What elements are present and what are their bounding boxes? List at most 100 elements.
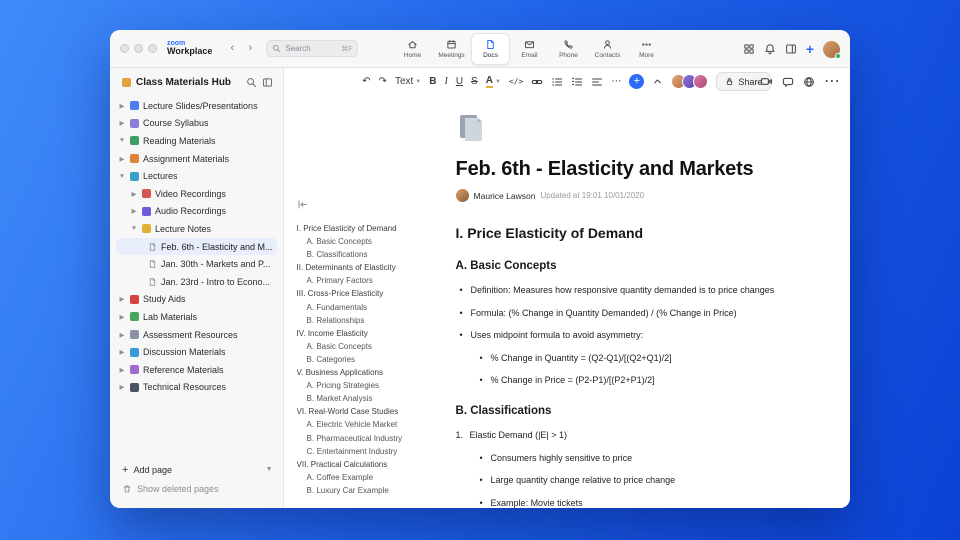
- minimize-button[interactable]: [134, 44, 143, 53]
- chevron-right-icon[interactable]: ▶: [118, 348, 126, 356]
- collapse-outline-icon[interactable]: [297, 199, 308, 210]
- toolbar-more-button[interactable]: ⋯: [611, 76, 621, 87]
- numbered-item[interactable]: 1. Elastic Demand (|E| > 1): [456, 429, 810, 441]
- sidebar-item-lectures[interactable]: ▼ Lectures: [116, 167, 277, 185]
- document-scroll-area[interactable]: I. Price Elasticity of Demand A. Basic C…: [284, 95, 850, 508]
- section-heading[interactable]: I. Price Elasticity of Demand: [456, 225, 810, 241]
- chevron-up-icon[interactable]: [652, 76, 663, 87]
- tab-email[interactable]: Email: [510, 33, 549, 65]
- document-content[interactable]: Feb. 6th - Elasticity and Markets Mauric…: [444, 95, 850, 508]
- outline-item[interactable]: II. Determinants of Elasticity: [297, 261, 438, 274]
- tab-docs[interactable]: Docs: [471, 33, 510, 65]
- forward-button[interactable]: ›: [242, 41, 258, 57]
- globe-icon[interactable]: [803, 76, 815, 88]
- redo-button[interactable]: ↷: [379, 76, 387, 87]
- outline-item[interactable]: VII. Practical Calculations: [297, 458, 438, 471]
- sub-bullet-item[interactable]: % Change in Quantity = (Q2-Q1)/[(Q2+Q1)/…: [476, 352, 810, 364]
- show-deleted-pages-button[interactable]: Show deleted pages: [122, 479, 273, 498]
- editor-more-button[interactable]: ⋯: [824, 73, 840, 90]
- sub-bullet-item[interactable]: Example: Movie tickets: [476, 497, 810, 509]
- sidebar-item-lab-materials[interactable]: ▶ Lab Materials: [116, 308, 277, 326]
- italic-button[interactable]: I: [444, 76, 447, 87]
- outline-item[interactable]: I. Price Elasticity of Demand: [297, 222, 438, 235]
- outline-item[interactable]: B. Market Analysis: [297, 392, 438, 405]
- document-title[interactable]: Feb. 6th - Elasticity and Markets: [456, 158, 810, 181]
- code-button[interactable]: </>: [509, 77, 523, 86]
- tab-home[interactable]: Home: [393, 33, 432, 65]
- sidebar-item-audio-recordings[interactable]: ▶ Audio Recordings: [116, 203, 277, 221]
- video-camera-icon[interactable]: [760, 75, 773, 88]
- search-input[interactable]: Search ⌘F: [266, 40, 359, 57]
- outline-item[interactable]: B. Pharmaceutical Industry: [297, 432, 438, 445]
- chevron-right-icon[interactable]: ▶: [118, 295, 126, 303]
- chevron-right-icon[interactable]: ▶: [130, 190, 138, 198]
- back-button[interactable]: ‹: [224, 41, 240, 57]
- align-icon[interactable]: [591, 76, 603, 88]
- subsection-heading[interactable]: B. Classifications: [456, 405, 810, 417]
- outline-item[interactable]: A. Coffee Example: [297, 471, 438, 484]
- sidebar-item-feb-6th-doc[interactable]: Feb. 6th - Elasticity and M...: [116, 237, 277, 256]
- user-avatar[interactable]: [823, 40, 841, 59]
- sidebar-item-jan-30th-doc[interactable]: Jan. 30th - Markets and P...: [116, 255, 277, 273]
- sidebar-item-technical-resources[interactable]: ▶ Technical Resources: [116, 379, 277, 397]
- numbered-list-icon[interactable]: [571, 76, 583, 88]
- chevron-right-icon[interactable]: ▶: [118, 313, 126, 321]
- sidebar-item-lecture-notes[interactable]: ▼ Lecture Notes: [116, 220, 277, 238]
- subsection-heading[interactable]: A. Basic Concepts: [456, 260, 810, 272]
- zoom-button[interactable]: [148, 44, 157, 53]
- chevron-right-icon[interactable]: ▶: [130, 207, 138, 215]
- chevron-down-icon[interactable]: ▼: [266, 466, 273, 473]
- outline-item[interactable]: A. Electric Vehicle Market: [297, 418, 438, 431]
- sidebar-item-study-aids[interactable]: ▶ Study Aids: [116, 291, 277, 309]
- bullet-list-icon[interactable]: [551, 76, 563, 88]
- outline-item[interactable]: C. Entertainment Industry: [297, 445, 438, 458]
- text-style-dropdown[interactable]: Text ▼: [395, 76, 421, 87]
- bullet-item[interactable]: Uses midpoint formula to avoid asymmetry…: [456, 329, 810, 341]
- chevron-right-icon[interactable]: ▶: [118, 383, 126, 391]
- new-item-plus-button[interactable]: +: [806, 42, 814, 56]
- undo-button[interactable]: ↶: [362, 76, 370, 87]
- sidebar-item-jan-23rd-doc[interactable]: Jan. 23rd - Intro to Econo...: [116, 273, 277, 291]
- chevron-down-icon[interactable]: ▼: [130, 225, 138, 232]
- collaborator-avatar[interactable]: [693, 74, 709, 89]
- outline-item[interactable]: IV. Income Elasticity: [297, 327, 438, 340]
- outline-item[interactable]: A. Pricing Strategies: [297, 379, 438, 392]
- insert-block-button[interactable]: +: [629, 74, 645, 89]
- outline-item[interactable]: B. Categories: [297, 353, 438, 366]
- chevron-right-icon[interactable]: ▶: [118, 102, 126, 110]
- panel-toggle-icon[interactable]: [785, 43, 797, 55]
- comment-icon[interactable]: [782, 76, 794, 88]
- close-button[interactable]: [120, 44, 129, 53]
- bold-button[interactable]: B: [429, 76, 436, 87]
- tab-more[interactable]: More: [627, 33, 666, 65]
- sidebar-item-reference-materials[interactable]: ▶ Reference Materials: [116, 361, 277, 379]
- outline-item[interactable]: III. Cross-Price Elasticity: [297, 287, 438, 300]
- outline-item[interactable]: B. Luxury Car Example: [297, 484, 438, 497]
- outline-item[interactable]: A. Basic Concepts: [297, 340, 438, 353]
- outline-item[interactable]: V. Business Applications: [297, 366, 438, 379]
- sidebar-item-assignment-materials[interactable]: ▶ Assignment Materials: [116, 150, 277, 168]
- sidebar-item-video-recordings[interactable]: ▶ Video Recordings: [116, 185, 277, 203]
- tab-contacts[interactable]: Contacts: [588, 33, 627, 65]
- add-page-button[interactable]: + Add page ▼: [122, 460, 273, 479]
- tab-phone[interactable]: Phone: [549, 33, 588, 65]
- bullet-item[interactable]: Formula: (% Change in Quantity Demanded)…: [456, 307, 810, 319]
- sidebar-item-reading-materials[interactable]: ▼ Reading Materials: [116, 132, 277, 150]
- sidebar-item-course-syllabus[interactable]: ▶ Course Syllabus: [116, 115, 277, 133]
- apps-grid-icon[interactable]: [743, 43, 755, 55]
- chevron-down-icon[interactable]: ▼: [118, 173, 126, 180]
- chevron-down-icon[interactable]: ▼: [118, 137, 126, 144]
- sidebar-item-assessment-resources[interactable]: ▶ Assessment Resources: [116, 326, 277, 344]
- chevron-right-icon[interactable]: ▶: [118, 331, 126, 339]
- outline-item[interactable]: VI. Real-World Case Studies: [297, 405, 438, 418]
- outline-item[interactable]: B. Classifications: [297, 248, 438, 261]
- link-icon[interactable]: [531, 76, 543, 88]
- chevron-right-icon[interactable]: ▶: [118, 366, 126, 374]
- sidebar-item-discussion-materials[interactable]: ▶ Discussion Materials: [116, 343, 277, 361]
- tab-meetings[interactable]: Meetings: [432, 33, 471, 65]
- chevron-right-icon[interactable]: ▶: [118, 119, 126, 127]
- outline-item[interactable]: A. Primary Factors: [297, 274, 438, 287]
- sub-bullet-item[interactable]: % Change in Price = (P2-P1)/[(P2+P1)/2]: [476, 374, 810, 386]
- sub-bullet-item[interactable]: Consumers highly sensitive to price: [476, 452, 810, 464]
- notifications-bell-icon[interactable]: [764, 43, 776, 55]
